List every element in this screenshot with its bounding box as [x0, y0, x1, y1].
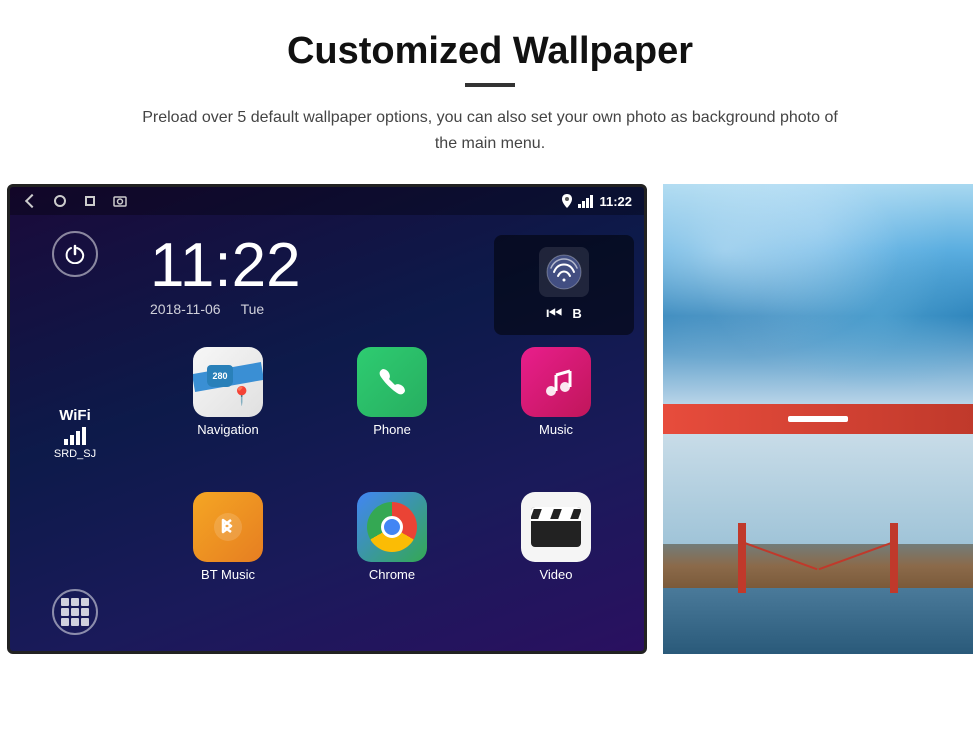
wifi-ssid: SRD_SJ	[54, 448, 96, 460]
apps-grid-button[interactable]	[52, 589, 98, 635]
app-item-music[interactable]: Music	[478, 347, 634, 484]
clock-date-value: 2018-11-06	[150, 301, 221, 317]
media-widget: ⏮ B	[494, 235, 634, 335]
wallpaper-thumbnails	[663, 184, 973, 654]
app-item-btmusic[interactable]: BT Music	[150, 492, 306, 629]
app-item-navigation[interactable]: 280 📍 Navigation	[150, 347, 306, 484]
clock-time: 11:22	[150, 235, 484, 297]
app-item-phone[interactable]: Phone	[314, 347, 470, 484]
wifi-info: WiFi SRD_SJ	[54, 407, 96, 460]
navigation-icon: 280 📍	[193, 347, 263, 417]
android-screen: 11:22 WiFi	[7, 184, 647, 654]
app-label-btmusic: BT Music	[201, 567, 255, 582]
map-shield: 280	[207, 365, 233, 387]
app-label-phone: Phone	[373, 422, 411, 437]
phone-icon	[357, 347, 427, 417]
wifi-media-icon	[546, 254, 582, 290]
prev-track-icon[interactable]: ⏮	[546, 303, 562, 324]
content-area: 11:22 WiFi	[20, 184, 960, 654]
wifi-label: WiFi	[54, 407, 96, 424]
status-bar: 11:22	[10, 187, 644, 215]
android-main: WiFi SRD_SJ	[10, 215, 644, 651]
recents-nav-icon[interactable]	[82, 193, 98, 209]
wallpaper-ice[interactable]	[663, 184, 973, 404]
status-nav-icons	[22, 193, 128, 209]
media-text: B	[572, 306, 581, 321]
signal-icon	[578, 195, 593, 208]
app-item-chrome[interactable]: Chrome	[314, 492, 470, 629]
android-center: 11:22 2018-11-06 Tue	[140, 215, 644, 651]
app-item-video[interactable]: Video	[478, 492, 634, 629]
clock-day-value: Tue	[241, 301, 265, 317]
location-icon	[562, 194, 572, 208]
wifi-bars	[54, 427, 96, 445]
app-label-navigation: Navigation	[197, 422, 258, 437]
clock-area: 11:22 2018-11-06 Tue	[140, 225, 644, 335]
screenshot-nav-icon[interactable]	[112, 193, 128, 209]
music-icon	[521, 347, 591, 417]
home-nav-icon[interactable]	[52, 193, 68, 209]
btmusic-icon	[193, 492, 263, 562]
status-time: 11:22	[599, 194, 632, 209]
clock-date: 2018-11-06 Tue	[150, 301, 484, 317]
media-controls: ⏮ B	[546, 303, 582, 324]
back-nav-icon[interactable]	[22, 193, 38, 209]
map-pin-icon: 📍	[231, 386, 253, 407]
wallpaper-bridge[interactable]	[663, 434, 973, 654]
page-subtitle: Preload over 5 default wallpaper options…	[130, 105, 850, 156]
chrome-icon	[357, 492, 427, 562]
wallpaper-strip	[663, 404, 973, 434]
apps-grid-dots	[61, 598, 89, 626]
status-right: 11:22	[562, 194, 632, 209]
app-label-chrome: Chrome	[369, 567, 415, 582]
page-title: Customized Wallpaper	[287, 30, 693, 73]
media-icon	[539, 247, 589, 297]
video-icon	[521, 492, 591, 562]
app-label-video: Video	[539, 567, 572, 582]
android-sidebar: WiFi SRD_SJ	[10, 215, 140, 651]
title-divider	[465, 83, 515, 87]
app-label-music: Music	[539, 422, 573, 437]
app-grid: 280 📍 Navigation Phone	[140, 335, 644, 641]
power-button[interactable]	[52, 231, 98, 277]
clock-block: 11:22 2018-11-06 Tue	[150, 235, 484, 317]
